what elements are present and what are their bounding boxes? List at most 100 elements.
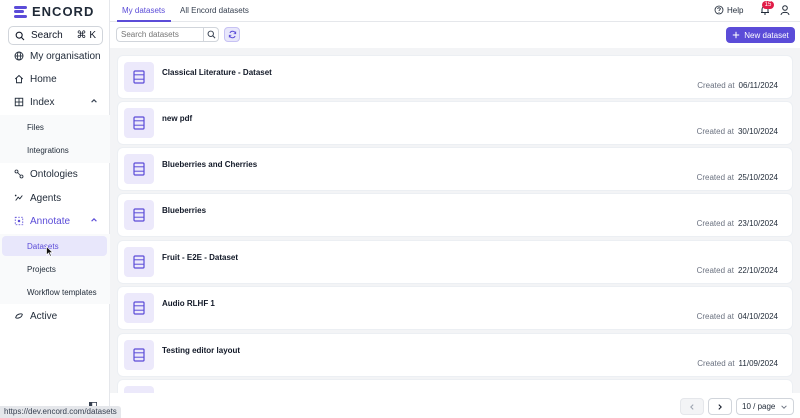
global-search-button[interactable]: Search ⌘ K [8, 26, 103, 45]
sidebar-item-home[interactable]: Home [0, 69, 110, 89]
created-label: Created at [696, 312, 734, 321]
ontology-icon [14, 169, 24, 179]
chevron-left-icon [690, 403, 694, 410]
refresh-button[interactable] [224, 27, 240, 42]
created-label: Created at [697, 81, 735, 90]
dataset-name[interactable]: Audio RLHF 1 [162, 299, 215, 308]
sidebar-item-annotate[interactable]: Annotate [0, 211, 110, 231]
dataset-name[interactable]: Fruit - E2E - Dataset [162, 253, 238, 262]
dataset-card-partial[interactable] [118, 380, 792, 393]
dataset-card[interactable]: Audio RLHF 1 Created at 04/10/2024 [118, 287, 792, 329]
tab-all-encord-datasets[interactable]: All Encord datasets [180, 6, 249, 15]
dataset-icon [133, 255, 145, 269]
sidebar-item-my-organisation[interactable]: My organisation [0, 46, 110, 66]
help-button[interactable]: Help [714, 5, 743, 15]
dataset-card[interactable]: Blueberries and Cherries Created at 25/10… [118, 148, 792, 190]
annotate-submenu: Datasets Projects Workflow templates [0, 234, 110, 304]
dataset-search-button[interactable] [203, 27, 219, 42]
tab-my-datasets[interactable]: My datasets [122, 6, 165, 15]
dataset-created: Created at 06/11/2024 [697, 81, 778, 90]
dataset-card[interactable]: new pdf Created at 30/10/2024 [118, 102, 792, 144]
created-label: Created at [696, 219, 734, 228]
sidebar-item-label: Agents [30, 192, 62, 204]
encord-logo[interactable]: ENCORD [14, 4, 94, 19]
sidebar-item-integrations[interactable]: Integrations [0, 140, 110, 160]
dataset-name[interactable]: Blueberries [162, 206, 206, 215]
page-size-value: 10 / page [742, 402, 776, 411]
home-icon [14, 74, 24, 84]
logo-text: ENCORD [32, 4, 95, 19]
index-icon [14, 97, 24, 107]
chevron-right-icon [718, 403, 722, 410]
active-tab-indicator [117, 20, 171, 22]
sidebar-item-agents[interactable]: Agents [0, 188, 110, 208]
dataset-name[interactable]: Classical Literature - Dataset [162, 68, 272, 77]
sidebar-item-index[interactable]: Index [0, 92, 110, 112]
previous-page-button[interactable] [680, 398, 704, 415]
chevron-up-icon[interactable] [90, 216, 98, 226]
page-size-select[interactable]: 10 / page [736, 398, 794, 415]
global-search-label: Search [31, 30, 63, 41]
dataset-thumbnail [124, 62, 154, 92]
next-page-button[interactable] [708, 398, 732, 415]
dataset-card[interactable]: Testing editor layout Created at 11/09/20… [118, 334, 792, 376]
dataset-thumbnail [124, 154, 154, 184]
dataset-icon [133, 301, 145, 315]
index-submenu: Files Integrations [0, 115, 110, 163]
refresh-icon [228, 30, 236, 39]
dataset-icon [133, 70, 145, 84]
dataset-search-input[interactable] [116, 27, 204, 42]
created-date: 06/11/2024 [738, 81, 778, 90]
sidebar-item-ontologies[interactable]: Ontologies [0, 164, 110, 184]
dataset-card[interactable]: Blueberries Created at 23/10/2024 [118, 194, 792, 236]
dataset-created: Created at 25/10/2024 [697, 173, 778, 182]
sidebar-item-files[interactable]: Files [0, 117, 110, 137]
sidebar: ENCORD Search ⌘ K My organisation Home I… [0, 0, 110, 418]
dataset-thumbnail [124, 200, 154, 230]
dataset-thumbnail [124, 108, 154, 138]
chevron-up-icon[interactable] [90, 97, 98, 107]
dataset-icon [133, 348, 145, 362]
sidebar-item-projects[interactable]: Projects [0, 259, 110, 279]
dataset-created: Created at 04/10/2024 [697, 312, 778, 321]
dataset-icon [133, 208, 145, 222]
user-icon[interactable] [779, 4, 791, 16]
active-icon [14, 311, 24, 321]
dataset-thumbnail [124, 386, 154, 393]
search-icon [207, 30, 215, 39]
status-bar-url: https://dev.encord.com/datasets [0, 406, 121, 418]
sidebar-item-label: Ontologies [30, 168, 78, 180]
top-bar: My datasets All Encord datasets Help 15 [110, 0, 800, 22]
encord-logo-icon [14, 5, 28, 18]
search-icon [15, 31, 25, 40]
created-label: Created at [697, 359, 735, 368]
agents-icon [14, 193, 24, 203]
globe-icon [14, 51, 24, 61]
sidebar-item-label: Integrations [27, 145, 69, 155]
dataset-card[interactable]: Fruit - E2E - Dataset Created at 22/10/20… [118, 241, 792, 283]
created-date: 04/10/2024 [737, 312, 778, 321]
dataset-created: Created at 23/10/2024 [697, 219, 778, 228]
sidebar-item-workflow-templates[interactable]: Workflow templates [0, 282, 110, 302]
sidebar-item-active[interactable]: Active [0, 306, 110, 326]
sidebar-item-label: My organisation [30, 50, 101, 62]
help-icon [714, 5, 724, 15]
sidebar-item-label: Home [30, 73, 57, 85]
dataset-thumbnail [124, 340, 154, 370]
new-dataset-button[interactable]: New dataset [726, 27, 795, 43]
dataset-card[interactable]: Classical Literature - Dataset Created a… [118, 56, 792, 98]
dataset-name[interactable]: new pdf [162, 114, 192, 123]
dataset-name[interactable]: Blueberries and Cherries [162, 160, 257, 169]
sidebar-item-label: Projects [27, 264, 56, 274]
sidebar-item-label: Files [27, 122, 44, 132]
plus-icon [733, 31, 740, 39]
created-label: Created at [696, 266, 734, 275]
dataset-name[interactable]: Testing editor layout [162, 346, 240, 355]
created-date: 25/10/2024 [737, 173, 778, 182]
dataset-icon [133, 162, 145, 176]
sidebar-item-label: Active [30, 310, 58, 322]
sidebar-item-datasets[interactable]: Datasets [2, 236, 107, 256]
created-label: Created at [696, 127, 734, 136]
search-shortcut: ⌘ K [76, 30, 96, 41]
dataset-thumbnail [124, 247, 154, 277]
